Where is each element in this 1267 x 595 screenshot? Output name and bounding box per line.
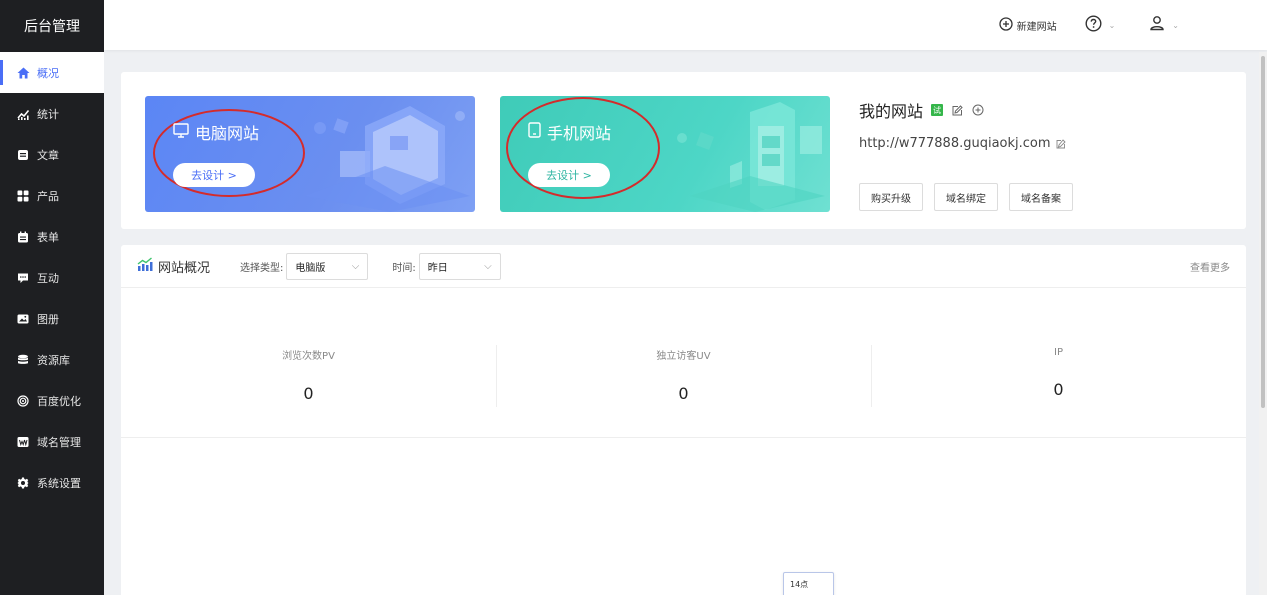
stat-label: 浏览次数PV	[282, 351, 335, 362]
time-label: 时间:	[392, 262, 416, 274]
chevron-down-icon: ⌵	[484, 260, 492, 272]
sidebar-item-label: 资源库	[37, 353, 70, 367]
pc-design-button[interactable]: 去设计 >	[173, 163, 255, 187]
sidebar-item-label: 统计	[37, 107, 59, 121]
stat-label: 独立访客UV	[656, 351, 711, 362]
chevron-down-icon: ⌄	[1108, 20, 1116, 30]
sidebar-item-label: 互动	[37, 271, 59, 285]
sidebar-item-label: 图册	[37, 312, 59, 326]
app-logo: 后台管理	[0, 0, 104, 52]
site-name-row: 我的网站 试	[859, 98, 1084, 122]
domain-filing-button[interactable]: 域名备案	[1009, 183, 1073, 211]
edit-icon[interactable]	[952, 104, 963, 116]
type-select[interactable]: 电脑版 ⌵	[286, 252, 369, 280]
site-url[interactable]: http://w777888.guqiaokj.com	[859, 136, 1051, 151]
trial-badge: 试	[931, 104, 944, 116]
time-select[interactable]: 昨日 ⌵	[418, 252, 501, 280]
trend-icon	[16, 107, 30, 121]
mobile-design-button[interactable]: 去设计 >	[528, 163, 610, 187]
page-scrollbar[interactable]	[1259, 52, 1267, 595]
overview-title: 网站概况	[137, 257, 210, 276]
stat-pv: 浏览次数PV 0	[121, 345, 496, 407]
sidebar: 后台管理 概况 统计 文章 产品 表单 互动 图册 资源库 百度优化 域名管理 …	[0, 0, 104, 595]
sidebar-item-domains[interactable]: 域名管理	[0, 421, 104, 462]
site-overview-panel: 网站概况 选择类型: 电脑版 ⌵ 时间: 昨日 ⌵ 查看更多 浏览次数PV 0 …	[121, 245, 1246, 595]
stats-row: 浏览次数PV 0 独立访客UV 0 IP 0	[121, 345, 1246, 407]
site-info: 我的网站 试 http://w777888.guqiaokj.com 购买升级 …	[859, 98, 1084, 211]
sidebar-item-products[interactable]: 产品	[0, 175, 104, 216]
overview-title-text: 网站概况	[158, 260, 211, 276]
sidebar-item-articles[interactable]: 文章	[0, 134, 104, 175]
sidebar-item-label: 概况	[37, 66, 59, 80]
scrollbar-thumb[interactable]	[1261, 56, 1265, 408]
chart-icon	[137, 257, 153, 275]
new-site-label: 新建网站	[1016, 21, 1057, 33]
view-more-link[interactable]: 查看更多	[1190, 259, 1230, 274]
target-icon	[16, 394, 30, 408]
chat-icon	[16, 271, 30, 285]
site-card: 电脑网站 去设计 > 手机网站 去设计 > 我的网站 试 http://w777…	[121, 72, 1246, 229]
type-select-value: 电脑版	[295, 262, 326, 274]
form-icon	[16, 230, 30, 244]
sidebar-item-resources[interactable]: 资源库	[0, 339, 104, 380]
domain-icon	[16, 435, 30, 449]
overview-header: 网站概况 选择类型: 电脑版 ⌵ 时间: 昨日 ⌵ 查看更多	[121, 245, 1246, 288]
sidebar-item-label: 系统设置	[37, 476, 81, 490]
home-icon	[16, 66, 30, 80]
pc-site-banner[interactable]: 电脑网站 去设计 >	[145, 96, 475, 212]
gear-icon	[16, 476, 30, 490]
mobile-site-title-text: 手机网站	[547, 124, 612, 143]
user-menu[interactable]: ⌄	[1149, 15, 1179, 35]
stat-value: 0	[303, 384, 314, 403]
album-icon	[16, 312, 30, 326]
database-icon	[16, 353, 30, 367]
buy-upgrade-button[interactable]: 购买升级	[859, 183, 923, 211]
site-action-buttons: 购买升级 域名绑定 域名备案	[859, 183, 1084, 211]
sidebar-item-settings[interactable]: 系统设置	[0, 462, 104, 503]
chevron-down-icon: ⌵	[351, 260, 360, 272]
help-icon	[1085, 14, 1102, 36]
help-menu[interactable]: ⌄	[1085, 14, 1116, 36]
bind-domain-button[interactable]: 域名绑定	[934, 183, 998, 211]
site-url-row: http://w777888.guqiaokj.com	[859, 136, 1084, 151]
type-label: 选择类型:	[240, 262, 284, 274]
stat-label: IP	[1054, 347, 1063, 358]
sidebar-item-label: 百度优化	[37, 394, 81, 408]
mobile-site-banner[interactable]: 手机网站 去设计 >	[500, 96, 830, 212]
grid-icon	[16, 189, 30, 203]
stat-ip: IP 0	[871, 345, 1246, 407]
top-bar: 新建网站 ⌄ ⌄	[104, 0, 1267, 50]
article-icon	[16, 148, 30, 162]
sidebar-item-label: 表单	[37, 230, 59, 244]
phone-icon	[528, 122, 541, 142]
sidebar-item-overview[interactable]: 概况	[0, 52, 104, 93]
mobile-site-title: 手机网站	[528, 120, 611, 144]
site-name: 我的网站	[859, 102, 924, 121]
chart-tooltip: 14点	[783, 572, 834, 595]
external-link-icon[interactable]	[1056, 138, 1066, 149]
monitor-icon	[173, 122, 189, 142]
user-icon	[1149, 15, 1165, 35]
sidebar-item-interaction[interactable]: 互动	[0, 257, 104, 298]
new-site-button[interactable]: 新建网站	[998, 16, 1057, 34]
chevron-down-icon: ⌄	[1172, 20, 1179, 30]
sidebar-item-label: 文章	[37, 148, 59, 162]
sidebar-item-stats[interactable]: 统计	[0, 93, 104, 134]
time-select-value: 昨日	[427, 262, 448, 274]
tooltip-time: 14点	[790, 580, 809, 589]
sidebar-item-label: 域名管理	[37, 435, 81, 449]
pc-site-title: 电脑网站	[173, 120, 259, 144]
sidebar-item-album[interactable]: 图册	[0, 298, 104, 339]
sidebar-menu: 概况 统计 文章 产品 表单 互动 图册 资源库 百度优化 域名管理 系统设置	[0, 52, 104, 503]
sidebar-item-baidu-seo[interactable]: 百度优化	[0, 380, 104, 421]
stat-uv: 独立访客UV 0	[496, 345, 871, 407]
sidebar-item-label: 产品	[37, 189, 59, 203]
pc-site-title-text: 电脑网站	[195, 124, 260, 143]
stat-value: 0	[1053, 380, 1064, 399]
stat-value: 0	[678, 384, 689, 403]
divider	[121, 437, 1246, 438]
plus-circle-icon	[998, 16, 1013, 34]
sidebar-item-forms[interactable]: 表单	[0, 216, 104, 257]
add-circle-icon[interactable]	[972, 104, 984, 116]
